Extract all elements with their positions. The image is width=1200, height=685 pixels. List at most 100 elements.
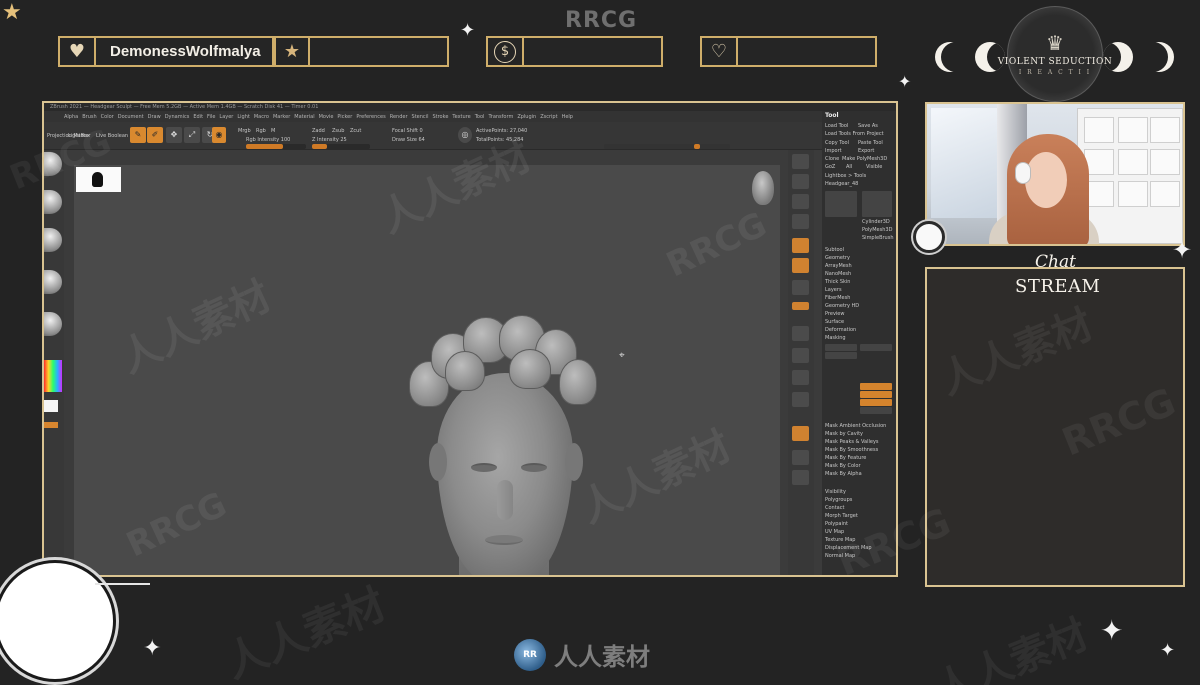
menu-item[interactable]: Edit [193, 114, 203, 120]
geometry-hd-menu[interactable]: Geometry HD [825, 303, 859, 310]
menu-item[interactable]: Tool [475, 114, 485, 120]
save-as-button[interactable]: Save As [858, 123, 878, 130]
subtool-menu[interactable]: Subtool [825, 247, 844, 254]
menu-item[interactable]: Draw [148, 114, 161, 120]
menu-item[interactable]: Layer [219, 114, 233, 120]
menu-item[interactable]: Brush [82, 114, 96, 120]
sculpt-head-model[interactable] [409, 315, 609, 575]
menu-item[interactable]: Picker [337, 114, 352, 120]
menu-item[interactable]: Zplugin [517, 114, 536, 120]
stroke-thumbnail[interactable] [44, 190, 62, 214]
copy-tool-button[interactable]: Copy Tool [825, 140, 849, 147]
zoom3d-button[interactable] [792, 370, 809, 385]
polypaint-menu[interactable]: Polypaint [825, 521, 848, 528]
zcut-button[interactable]: Zcut [350, 128, 361, 134]
current-tool-slider[interactable]: Headgear_48 [825, 181, 858, 188]
rotate3d-button[interactable] [792, 392, 809, 407]
menu-item[interactable]: Stencil [412, 114, 429, 120]
occlusion-intensity-slider[interactable] [860, 407, 892, 414]
mask-clear-button[interactable] [860, 344, 892, 351]
surface-menu[interactable]: Surface [825, 319, 844, 326]
rgb-intensity-slider[interactable] [246, 144, 306, 149]
lsym-button[interactable] [792, 302, 809, 310]
zsub-button[interactable]: Zsub [332, 128, 344, 134]
orientation-head[interactable] [752, 171, 774, 205]
color-picker[interactable] [44, 360, 62, 392]
menu-item[interactable]: Marker [273, 114, 290, 120]
load-tool-button[interactable]: Load Tool [825, 123, 848, 130]
thickskin-menu[interactable]: Thick Skin [825, 279, 850, 286]
all-button[interactable]: All [846, 164, 852, 171]
scroll-button[interactable] [792, 194, 809, 209]
uvmap-menu[interactable]: UV Map [825, 529, 844, 536]
mask-cavity-button[interactable]: Mask by Cavity [825, 431, 863, 438]
menu-item[interactable]: Render [390, 114, 408, 120]
mask-all-button[interactable] [825, 344, 857, 351]
contact-menu[interactable]: Contact [825, 505, 844, 512]
arraymesh-menu[interactable]: ArrayMesh [825, 263, 852, 270]
menu-item[interactable]: Light [237, 114, 249, 120]
gradient-button[interactable] [44, 422, 58, 428]
menu-item[interactable]: Transform [488, 114, 513, 120]
mask-color-button[interactable]: Mask By Color [825, 463, 861, 470]
brush-icon[interactable]: ◎ [458, 127, 472, 143]
mask-smoothness-button[interactable]: Mask By Smoothness [825, 447, 878, 454]
menu-item[interactable]: Document [118, 114, 144, 120]
visibility-menu[interactable]: Visibility [825, 489, 846, 496]
bpr-button[interactable] [792, 154, 809, 169]
rgb-button[interactable]: Rgb [256, 128, 266, 134]
tool-thumb-cylinder[interactable] [862, 191, 892, 217]
material-button[interactable]: ◉ [212, 127, 226, 143]
menu-item[interactable]: Alpha [64, 114, 78, 120]
transp-button[interactable] [792, 450, 809, 465]
import-button[interactable]: Import [825, 148, 842, 155]
scale-button[interactable]: ⤢ [184, 127, 200, 143]
menu-item[interactable]: Color [101, 114, 114, 120]
mask-feature-button[interactable]: Mask By Feature [825, 455, 866, 462]
menu-item[interactable]: Movie [319, 114, 334, 120]
menu-item[interactable]: Preferences [356, 114, 385, 120]
menu-item[interactable]: File [207, 114, 215, 120]
paste-tool-button[interactable]: Paste Tool [858, 140, 883, 147]
mask-peaks-button[interactable]: Mask Peaks & Valleys [825, 439, 879, 446]
focal-shift-label[interactable]: Focal Shift 0 [392, 128, 423, 134]
mask-ao-toggle-2[interactable] [860, 391, 892, 398]
geometry-menu[interactable]: Geometry [825, 255, 850, 262]
lightbox-tools-button[interactable]: Lightbox > Tools [825, 173, 866, 180]
zoom-button[interactable] [792, 214, 809, 229]
menu-item[interactable]: Material [294, 114, 314, 120]
visible-button[interactable]: Visible [866, 164, 882, 171]
menu-item[interactable]: Macro [254, 114, 269, 120]
menu-item[interactable]: Help [562, 114, 573, 120]
mask-ao-toggle-3[interactable] [860, 399, 892, 406]
mask-alpha-button[interactable]: Mask By Alpha [825, 471, 862, 478]
preview-menu[interactable]: Preview [825, 311, 844, 318]
mask-ao-toggle[interactable] [860, 383, 892, 390]
persp-button[interactable] [792, 238, 809, 253]
deformation-menu[interactable]: Deformation [825, 327, 856, 334]
menu-item[interactable]: Stroke [432, 114, 448, 120]
move-button[interactable]: ✥ [166, 127, 182, 143]
nanomesh-menu[interactable]: NanoMesh [825, 271, 851, 278]
edit-button[interactable]: ✎ [130, 127, 146, 143]
canvas-viewport[interactable]: ⌖ 人人素材 RRCG 人人素材 人人素材 RRCG [74, 133, 780, 575]
main-color-swatch[interactable] [44, 400, 58, 412]
timeline-bar[interactable] [604, 144, 730, 149]
menu-item[interactable]: Texture [452, 114, 470, 120]
alpha-thumbnail[interactable] [44, 228, 62, 252]
mask-ao-button[interactable]: Mask Ambient Occlusion [825, 423, 886, 430]
draw-size-label[interactable]: Draw Size 64 [392, 137, 425, 143]
polygroups-menu[interactable]: Polygroups [825, 497, 852, 504]
masking-menu[interactable]: Masking [825, 335, 846, 342]
spix-button[interactable] [792, 174, 809, 189]
frame-button[interactable] [792, 326, 809, 341]
layers-menu[interactable]: Layers [825, 287, 842, 294]
export-button[interactable]: Export [858, 148, 874, 155]
make-polymesh-button[interactable]: Make PolyMesh3D [842, 156, 887, 163]
draw-button[interactable]: ✐ [147, 127, 163, 143]
material-thumbnail[interactable] [44, 312, 62, 336]
solo-button[interactable] [792, 470, 809, 485]
load-tools-from-project-button[interactable]: Load Tools From Project [825, 131, 884, 138]
goz-button[interactable]: GoZ [825, 164, 835, 171]
move-view-button[interactable] [792, 348, 809, 363]
